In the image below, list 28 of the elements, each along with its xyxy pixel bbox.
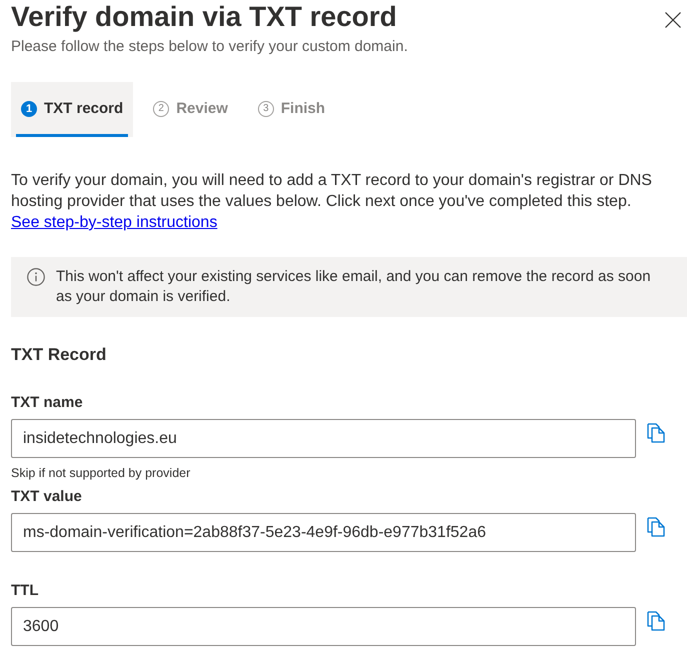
info-icon (27, 268, 45, 286)
instructions-link[interactable]: See step-by-step instructions (11, 214, 218, 231)
dialog-title: Verify domain via TXT record (11, 0, 397, 34)
input-field[interactable]: insidetechnologies.eu (11, 419, 636, 458)
step-tab[interactable]: 1 TXT record (11, 82, 134, 137)
step-tab[interactable]: 2 Review (143, 82, 238, 137)
step-number: 3 (258, 101, 274, 117)
copy-button[interactable] (647, 611, 665, 631)
copy-icon (647, 423, 665, 443)
copy-icon (647, 611, 665, 631)
step-number: 1 (21, 101, 37, 117)
field-label: TXT name (11, 393, 83, 413)
instructions-text: To verify your domain, you will need to add a TXT record to your domain's registrar or DNS hosting provider that uses the values below. Click next once you've completed this step. See step-by-step instructions (11, 171, 653, 233)
input-field[interactable]: ms-domain-verification=2ab88f37-5e23-4e9f-96db-e977b31f52a6 (11, 513, 636, 552)
close-button[interactable] (665, 12, 681, 28)
field-label: TTL (11, 581, 38, 601)
step-number: 2 (153, 101, 170, 117)
field-hint: Skip if not supported by provider (11, 465, 190, 481)
close-icon (665, 12, 681, 28)
dialog-subtitle: Please follow the steps below to verify your custom domain. (11, 37, 408, 57)
field-label: TXT value (11, 487, 82, 507)
input-field[interactable]: 3600 (11, 607, 636, 646)
section-title: TXT Record (11, 344, 106, 366)
copy-button[interactable] (647, 423, 665, 443)
copy-icon (647, 517, 665, 537)
copy-button[interactable] (647, 517, 665, 537)
step-tab[interactable]: 3 Finish (248, 82, 336, 137)
info-message: This won't affect your existing services like email, and you can remove the record as soon as your domain is verified. (56, 267, 652, 307)
